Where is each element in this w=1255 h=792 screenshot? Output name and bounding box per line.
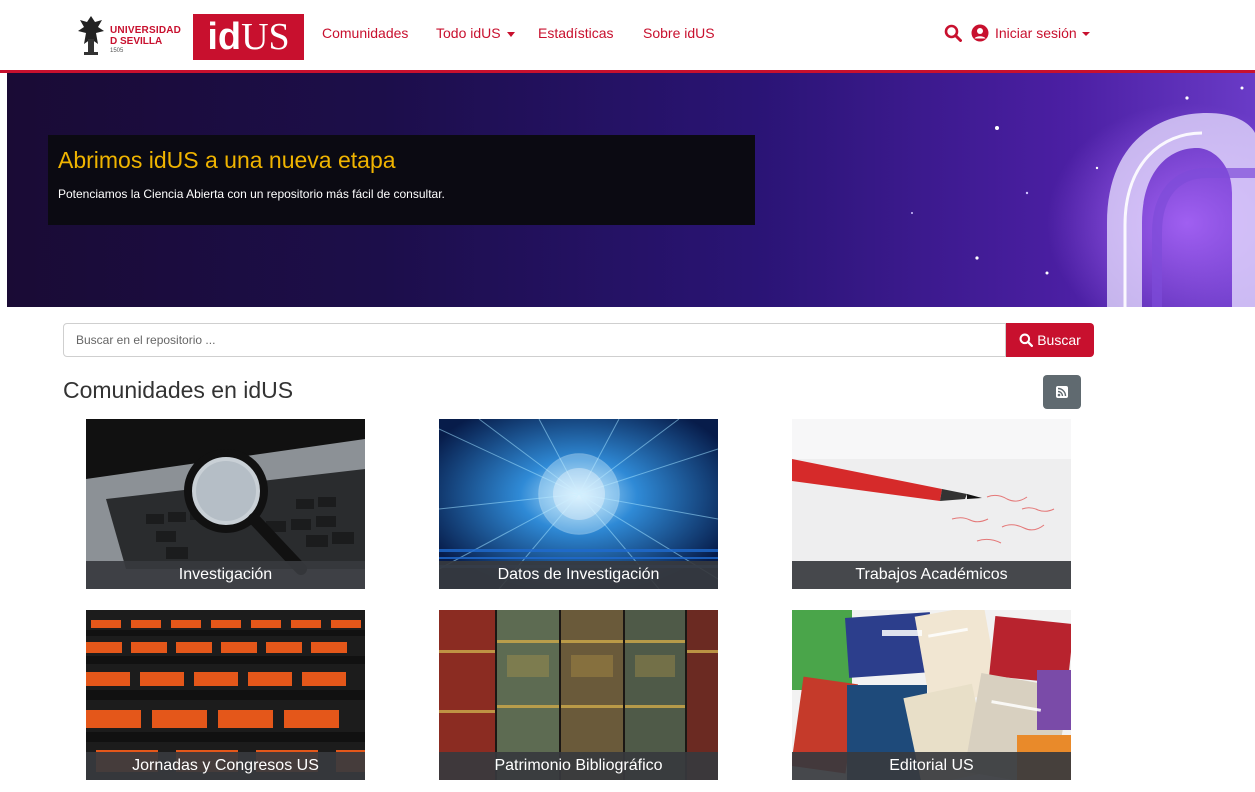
rss-button[interactable] (1043, 375, 1081, 409)
hero-banner[interactable]: Abrimos idUS a una nueva etapa Potenciam… (7, 73, 1255, 307)
search-icon[interactable] (944, 24, 962, 42)
nav-todo-idus-label: Todo idUS (436, 25, 501, 41)
banner-title: Abrimos idUS a una nueva etapa (58, 147, 396, 173)
idus-logo-part-2: US (241, 16, 290, 58)
user-circle-icon[interactable] (971, 24, 989, 42)
logo-line-3: 1505 (110, 48, 124, 54)
community-card-trabajos-academicos[interactable]: Trabajos Académicos (792, 419, 1071, 589)
login-label: Iniciar sesión (995, 25, 1077, 41)
card-label: Jornadas y Congresos US (86, 752, 365, 780)
banner-caption: Abrimos idUS a una nueva etapa Potenciam… (48, 135, 755, 225)
nav-sobre-idus[interactable]: Sobre idUS (643, 25, 715, 41)
caret-down-icon (506, 31, 515, 37)
idus-logo-part-1: id (207, 16, 242, 58)
card-label: Trabajos Académicos (792, 561, 1071, 589)
rss-icon (1056, 386, 1068, 398)
nav-estadisticas[interactable]: Estadísticas (538, 25, 613, 41)
community-card-investigacion[interactable]: Investigación (86, 419, 365, 589)
card-label: Patrimonio Bibliográfico (439, 752, 718, 780)
card-label: Editorial US (792, 752, 1071, 780)
nav-todo-idus[interactable]: Todo idUS (436, 25, 515, 41)
logo-line-1: UNIVERSIDAD (110, 25, 182, 36)
nav-comunidades[interactable]: Comunidades (322, 25, 408, 41)
site-header: UNIVERSIDAD D SEVILLA 1505 idUS Comunida… (0, 0, 1255, 73)
card-label: Datos de Investigación (439, 561, 718, 589)
community-card-datos-investigacion[interactable]: Datos de Investigación (439, 419, 718, 589)
community-card-editorial-us[interactable]: Editorial US (792, 610, 1071, 780)
search-input[interactable] (63, 323, 1006, 357)
login-menu[interactable]: Iniciar sesión (995, 25, 1090, 41)
community-card-patrimonio-bibliografico[interactable]: Patrimonio Bibliográfico (439, 610, 718, 780)
caret-down-icon (1081, 32, 1090, 37)
universidad-sevilla-logo[interactable]: UNIVERSIDAD D SEVILLA 1505 (76, 12, 188, 60)
search-button-label: Buscar (1037, 332, 1081, 348)
search-icon (1019, 333, 1034, 347)
search-button[interactable]: Buscar (1006, 323, 1094, 357)
logo-line-2: D SEVILLA (110, 36, 163, 47)
banner-subtitle: Potenciamos la Ciencia Abierta con un re… (58, 187, 445, 201)
section-title: Comunidades en idUS (63, 377, 294, 403)
idus-logo[interactable]: idUS (193, 14, 304, 60)
crest-icon (78, 16, 104, 55)
card-label: Investigación (86, 561, 365, 589)
community-card-jornadas-congresos[interactable]: Jornadas y Congresos US (86, 610, 365, 780)
